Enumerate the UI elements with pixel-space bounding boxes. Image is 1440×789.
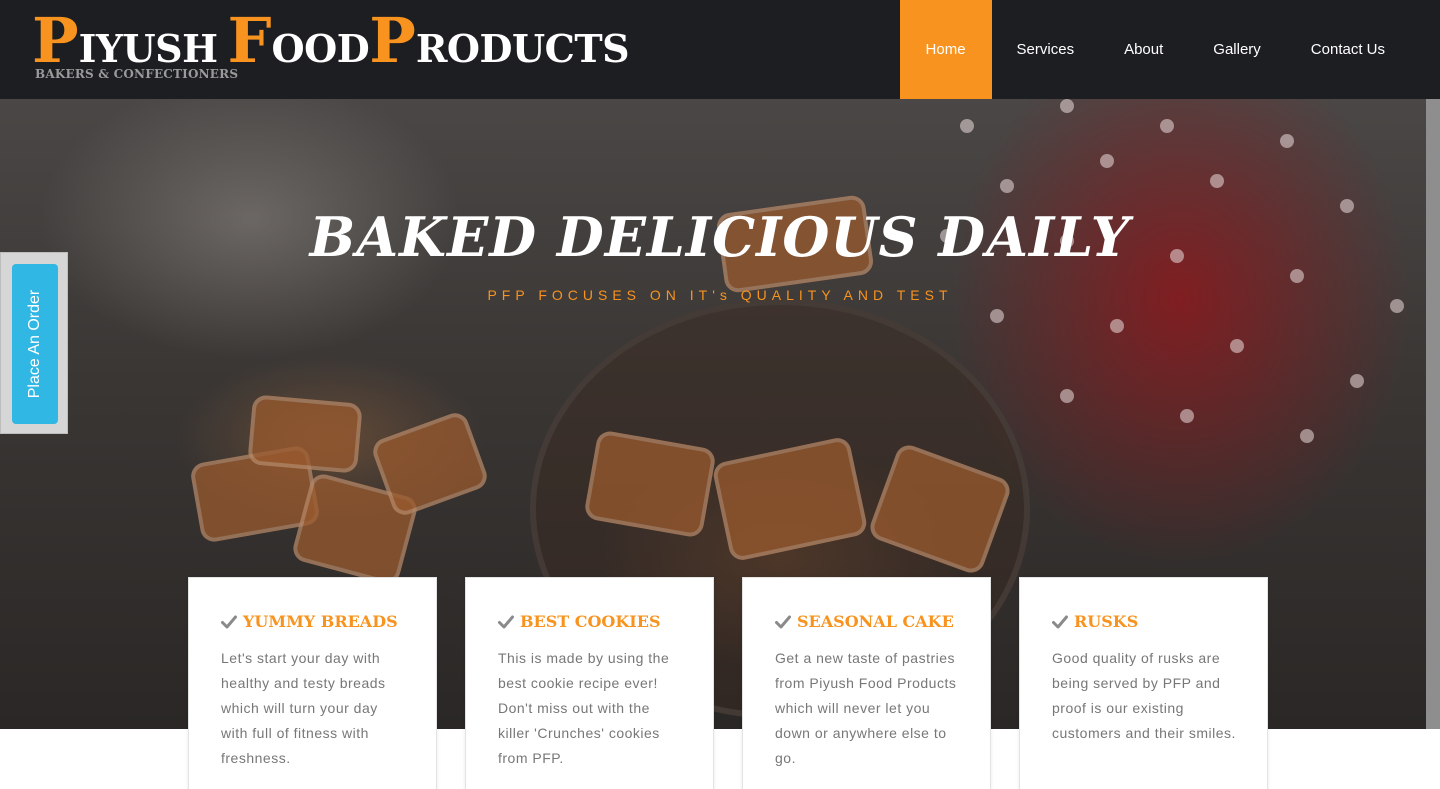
- card-description: This is made by using the best cookie re…: [498, 650, 670, 766]
- nav-about[interactable]: About: [1099, 0, 1188, 99]
- logo-title: PIYUSH FOODPRODUCTS: [32, 10, 630, 72]
- place-order-tab-wrapper: Place An Order: [0, 252, 68, 434]
- polka-dot: [1180, 409, 1194, 423]
- hero-side-strip: [1426, 99, 1440, 729]
- polka-dot: [1350, 374, 1364, 388]
- card-title-row: BEST COOKIES: [498, 612, 683, 631]
- nav-contact-us[interactable]: Contact Us: [1286, 0, 1410, 99]
- feature-card-cake: SEASONAL CAKE Get a new taste of pastrie…: [742, 577, 991, 789]
- card-title: SEASONAL CAKE: [797, 612, 954, 631]
- nav-services[interactable]: Services: [992, 0, 1100, 99]
- card-title: BEST COOKIES: [520, 612, 661, 631]
- logo-word-2: OOD: [271, 26, 370, 71]
- card-title-row: SEASONAL CAKE: [775, 612, 960, 631]
- place-order-button[interactable]: Place An Order: [12, 264, 58, 424]
- polka-dot: [1300, 429, 1314, 443]
- check-icon: [221, 615, 237, 628]
- polka-dot: [1290, 269, 1304, 283]
- feature-card-rusks: RUSKS Good quality of rusks are being se…: [1019, 577, 1268, 789]
- main-nav: Home Services About Gallery Contact Us: [899, 0, 1410, 99]
- polka-dot: [990, 309, 1004, 323]
- check-icon: [1052, 615, 1068, 628]
- polka-dot: [1000, 179, 1014, 193]
- hero-title: BAKED DELICIOUS DAILY: [309, 205, 1131, 269]
- polka-dot: [960, 119, 974, 133]
- check-icon: [775, 615, 791, 628]
- hero-subtitle: PFP FOCUSES ON IT's QUALITY AND TEST: [487, 287, 953, 303]
- card-description: Let's start your day with healthy and te…: [221, 650, 386, 766]
- cookie-image: [247, 394, 363, 474]
- site-logo[interactable]: PIYUSH FOODPRODUCTS BAKERS & CONFECTIONER…: [32, 10, 630, 90]
- card-title: YUMMY BREADS: [243, 612, 398, 631]
- polka-dot: [1280, 134, 1294, 148]
- card-title-row: RUSKS: [1052, 612, 1237, 631]
- logo-word-1: IYUSH: [78, 26, 218, 71]
- polka-dot: [1210, 174, 1224, 188]
- feature-card-cookies: BEST COOKIES This is made by using the b…: [465, 577, 714, 789]
- polka-dot: [1230, 339, 1244, 353]
- card-title-row: YUMMY BREADS: [221, 612, 406, 631]
- site-header: PIYUSH FOODPRODUCTS BAKERS & CONFECTIONER…: [0, 0, 1440, 99]
- polka-dot: [1060, 389, 1074, 403]
- card-description: Good quality of rusks are being served b…: [1052, 650, 1236, 741]
- nav-home[interactable]: Home: [899, 0, 992, 99]
- polka-dot: [1160, 119, 1174, 133]
- check-icon: [498, 615, 514, 628]
- card-description: Get a new taste of pastries from Piyush …: [775, 650, 957, 766]
- polka-dot: [1100, 154, 1114, 168]
- card-title: RUSKS: [1074, 612, 1139, 631]
- polka-dot: [1110, 319, 1124, 333]
- polka-dot: [1060, 99, 1074, 113]
- logo-word-3: RODUCTS: [415, 26, 630, 71]
- place-order-label: Place An Order: [26, 289, 43, 399]
- logo-initial-3: P: [369, 4, 416, 77]
- feature-card-breads: YUMMY BREADS Let's start your day with h…: [188, 577, 437, 789]
- nav-gallery[interactable]: Gallery: [1188, 0, 1286, 99]
- logo-tagline: BAKERS & CONFECTIONERS: [35, 67, 239, 81]
